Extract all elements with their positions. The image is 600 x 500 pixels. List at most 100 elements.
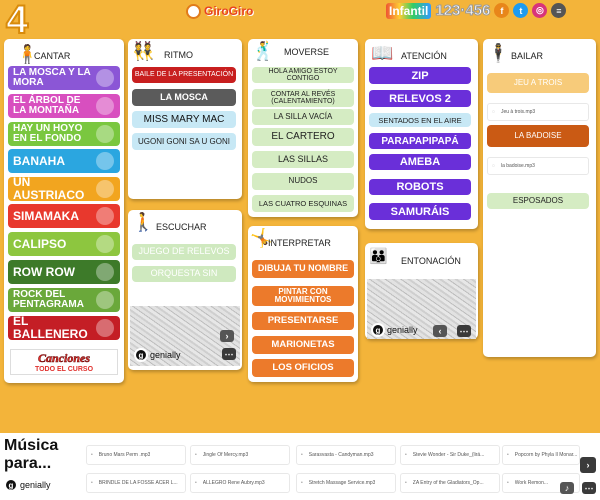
interpretar-item-2[interactable]: PRESENTARSE [252, 312, 354, 330]
track-player[interactable]: • Bruno Mars Perm .mp3 [86, 445, 186, 465]
track-player[interactable]: • Jingle Of Mercy.mp3 [190, 445, 290, 465]
banner-subtitle: TODO EL CURSO [34, 366, 94, 373]
ritmo-item-baile[interactable]: BAILE DE LA PRESENTACIÓN [132, 67, 236, 83]
music-for-title: Música para... [4, 437, 59, 472]
play-icon: ◌ [492, 163, 495, 169]
card-title: ATENCIÓN [401, 51, 447, 61]
cantar-item-6[interactable]: CALIPSO [8, 232, 120, 256]
more-options-button[interactable]: ⋯ [222, 348, 236, 360]
moverse-item-6[interactable]: LAS CUATRO ESQUINAS [252, 195, 354, 212]
cantar-item-9[interactable]: EL BALLENERO [8, 315, 120, 340]
numbers-link[interactable]: 123·456 [435, 2, 491, 20]
genially-text: genially [150, 350, 181, 360]
track-filename: Sarasvasta - Candyman.mp3 [308, 452, 374, 458]
atencion-item-zip[interactable]: ZIP [369, 67, 471, 84]
interpretar-item-0[interactable]: DIBUJA TU NOMBRE [252, 260, 354, 278]
cantar-item-7[interactable]: ROW ROW [8, 260, 120, 284]
genially-text: genially [387, 325, 418, 335]
escuchar-item-relevos[interactable]: JUEGO DE RELEVOS [132, 244, 236, 260]
share-button[interactable]: ‹ [433, 325, 447, 337]
top-bar: 4 GiroGiro Infantil 123·456 f t ◎ ≡ [0, 0, 600, 43]
moverse-item-0[interactable]: HOLA AMIGO ESTOY CONTIGO [252, 67, 354, 83]
track-filename: ALLEGRO Rene Aubry.mp3 [202, 480, 265, 486]
atencion-item-robots[interactable]: ROBOTS [369, 179, 471, 195]
bailar-item-la-badoise[interactable]: LA BADOISE [487, 125, 589, 147]
infantil-link[interactable]: Infantil [386, 2, 432, 19]
atencion-item-samurais[interactable]: SAMURÁIS [369, 203, 471, 220]
atencion-item-ameba[interactable]: AMEBA [369, 154, 471, 170]
track-player[interactable]: • Popcorn by Phyla Il Monar... [502, 445, 580, 465]
reader-icon: 📖 [371, 43, 394, 63]
interpretar-item-3[interactable]: MARIONETAS [252, 336, 354, 354]
dancer-icon: 🕴 [487, 43, 510, 63]
track-player[interactable]: • ALLEGRO Rene Aubry.mp3 [190, 473, 290, 493]
cantar-item-label: BANAHA [13, 153, 65, 168]
atencion-item-relevos-2[interactable]: RELEVOS 2 [369, 90, 471, 107]
moverse-item-1[interactable]: CONTAR AL REVÉS (CALENTAMIENTO) [252, 89, 354, 107]
next-arrow-button[interactable]: › [220, 330, 234, 342]
choir-icon: 👪 [369, 248, 388, 265]
ritmo-item-ugoni[interactable]: UGONI GONI SA U GONI [132, 133, 236, 150]
card-atencion: 📖 ATENCIÓN ZIP RELEVOS 2 SENTADOS EN EL … [365, 39, 478, 229]
cantar-item-0[interactable]: LA MOSCA Y LA MORA [8, 66, 120, 90]
label: JUEGO DE RELEVOS [138, 246, 230, 257]
song-illustration-icon [96, 69, 114, 87]
escuchar-item-orquesta[interactable]: ORQUESTA SIN [132, 266, 236, 282]
genially-logo: g genially [371, 323, 418, 337]
card-bailar: 🕴 BAILAR JEU A TROIS ◌ Jeu à trois.mp3 LA… [483, 39, 596, 357]
girogiro-logo[interactable]: GiroGiro [186, 3, 274, 19]
ritmo-item-la-mosca[interactable]: LA MOSCA [132, 89, 236, 106]
play-icon: • [195, 452, 197, 458]
ritmo-item-miss-mary-mac[interactable]: MISS MARY MAC [132, 111, 236, 128]
moverse-item-2[interactable]: LA SILLA VACÍA [252, 109, 354, 125]
moverse-item-4[interactable]: LAS SILLAS [252, 151, 354, 168]
cantar-item-3[interactable]: BANAHA [8, 149, 120, 173]
next-arrow-button[interactable]: › [580, 457, 596, 473]
interpretar-item-1[interactable]: PINTAR CON MOVIMIENTOS [252, 286, 354, 306]
atencion-item-sentados[interactable]: SENTADOS EN EL AIRE [369, 113, 471, 127]
instagram-icon[interactable]: ◎ [532, 3, 548, 18]
cantar-item-label: EL ÁRBOL DE LA MONTAÑA [13, 94, 81, 116]
genially-g-icon: g [4, 478, 18, 492]
cantar-item-label: UN AUSTRIACO [13, 175, 85, 202]
track-player[interactable]: • Sarasvasta - Candyman.mp3 [296, 445, 396, 465]
card-title: INTERPRETAR [268, 238, 331, 248]
track-player[interactable]: • ZA Entry of the Gladiators_Op... [400, 473, 500, 493]
atencion-item-parapapipapa[interactable]: PARAPAPIPAPÁ [369, 133, 471, 149]
play-icon: • [301, 480, 303, 486]
moverse-item-3[interactable]: EL CARTERO [252, 128, 354, 146]
audio-player[interactable]: ◌ la badoise.mp3 [487, 157, 589, 175]
cantar-item-label: SIMAMAKA [13, 208, 79, 223]
play-icon: • [507, 480, 509, 486]
song-illustration-icon [96, 152, 114, 170]
cantar-item-5[interactable]: SIMAMAKA [8, 204, 120, 228]
facebook-icon[interactable]: f [494, 3, 510, 18]
track-player[interactable]: • BRINDLE DE LA FOSSE ACER L... [86, 473, 186, 493]
logo-ball-icon [186, 3, 201, 19]
track-player[interactable]: • Stretch Massage Service.mp3 [296, 473, 396, 493]
cantar-item-4[interactable]: UN AUSTRIACO [8, 175, 120, 202]
menu-icon[interactable]: ≡ [551, 3, 567, 18]
play-icon: • [301, 452, 303, 458]
card-entonacion: 👪 ENTONACIÓN g genially ‹ ⋯ [365, 243, 478, 339]
volume-icon[interactable]: ♪ [560, 482, 574, 494]
twitter-icon[interactable]: t [513, 3, 529, 18]
card-title: BAILAR [511, 51, 544, 61]
logo-text: GiroGiro [204, 4, 254, 18]
canciones-banner[interactable]: Canciones TODO EL CURSO [10, 349, 118, 375]
interpretar-item-4[interactable]: LOS OFICIOS [252, 359, 354, 377]
play-icon: • [91, 452, 93, 458]
audio-filename: la badoise.mp3 [500, 163, 535, 169]
more-options-button[interactable]: ⋯ [582, 482, 596, 494]
cantar-item-1[interactable]: EL ÁRBOL DE LA MONTAÑA [8, 94, 120, 118]
bailar-item-jeu-a-trois[interactable]: JEU A TROIS [487, 73, 589, 93]
bailar-item-esposados[interactable]: ESPOSADOS [487, 193, 589, 209]
unit-number: 4 [5, 0, 29, 43]
cantar-item-label: LA MOSCA Y LA MORA [13, 66, 91, 88]
cantar-item-8[interactable]: ROCK DEL PENTAGRAMA [8, 288, 120, 312]
more-options-button[interactable]: ⋯ [457, 325, 471, 337]
moverse-item-5[interactable]: NUDOS [252, 173, 354, 190]
audio-player[interactable]: ◌ Jeu à trois.mp3 [487, 103, 589, 121]
track-player[interactable]: • Stevie Wonder - Sir Duke_(lirá... [400, 445, 500, 465]
cantar-item-2[interactable]: HAY UN HOYO EN EL FONDO [8, 122, 120, 146]
